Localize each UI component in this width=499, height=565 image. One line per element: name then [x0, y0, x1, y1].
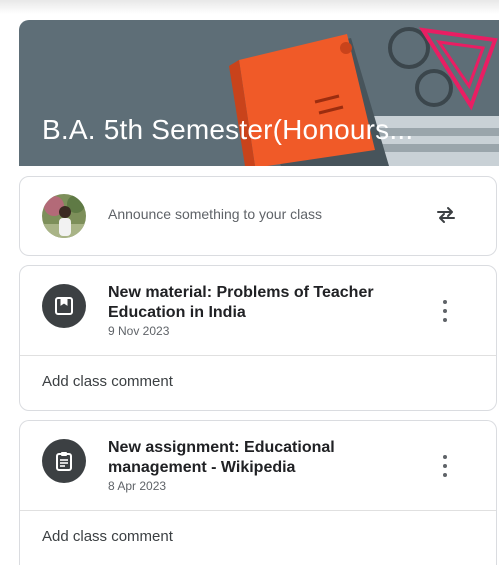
more-options-icon[interactable]	[436, 300, 454, 322]
announce-placeholder[interactable]: Announce something to your class	[108, 206, 322, 222]
avatar[interactable]	[42, 194, 86, 238]
class-title[interactable]: B.A. 5th Semester(Honours...	[42, 114, 413, 146]
more-options-icon[interactable]	[436, 455, 454, 477]
divider	[20, 510, 496, 511]
add-class-comment-button[interactable]: Add class comment	[42, 373, 173, 390]
post-date: 9 Nov 2023	[108, 324, 170, 338]
assignment-icon	[42, 439, 86, 483]
top-divider	[0, 0, 499, 14]
post-date: 8 Apr 2023	[108, 479, 167, 493]
post-title[interactable]: New material: Problems of Teacher Educat…	[108, 283, 408, 323]
add-class-comment-button[interactable]: Add class comment	[42, 528, 173, 545]
stream-post[interactable]: New assignment: Educational management -…	[19, 420, 497, 565]
stream-post[interactable]: New material: Problems of Teacher Educat…	[19, 265, 497, 411]
material-icon	[42, 284, 86, 328]
repost-icon[interactable]	[434, 203, 458, 227]
announce-box[interactable]: Announce something to your class	[19, 176, 497, 256]
divider	[20, 355, 496, 356]
post-title[interactable]: New assignment: Educational management -…	[108, 438, 408, 478]
user-avatar-image	[42, 194, 86, 238]
class-banner[interactable]: B.A. 5th Semester(Honours...	[19, 20, 499, 166]
